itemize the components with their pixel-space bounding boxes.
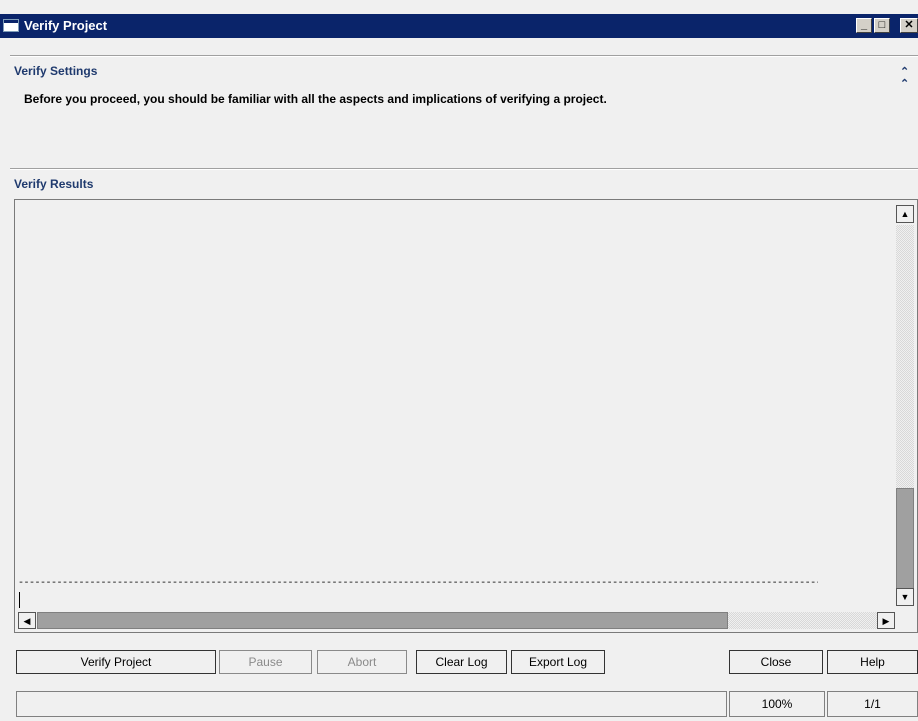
collapse-icon[interactable]: ⌃ ⌃ bbox=[900, 66, 909, 90]
vertical-scroll-track[interactable] bbox=[896, 225, 914, 488]
text-caret bbox=[19, 592, 20, 608]
horizontal-scroll-thumb[interactable] bbox=[37, 612, 728, 629]
export-log-button[interactable]: Export Log bbox=[511, 650, 605, 674]
status-message bbox=[16, 691, 727, 717]
horizontal-scroll-track[interactable] bbox=[728, 612, 878, 629]
divider bbox=[10, 56, 918, 57]
maximize-button[interactable]: □ bbox=[874, 18, 890, 33]
pause-button[interactable]: Pause bbox=[219, 650, 312, 674]
minimize-button[interactable]: _ bbox=[856, 18, 872, 33]
scroll-down-icon[interactable]: ▼ bbox=[896, 588, 914, 606]
scroll-right-icon[interactable]: ▶ bbox=[877, 612, 895, 629]
settings-description: Before you proceed, you should be famili… bbox=[24, 92, 607, 106]
vertical-scroll-thumb[interactable] bbox=[896, 488, 914, 590]
help-button[interactable]: Help bbox=[827, 650, 918, 674]
title-bar[interactable]: Verify Project _ □ ✕ bbox=[0, 14, 918, 38]
scroll-up-icon[interactable]: ▲ bbox=[896, 205, 914, 223]
log-separator: ----------------------------------------… bbox=[18, 578, 818, 589]
close-window-button[interactable]: ✕ bbox=[900, 18, 918, 33]
divider bbox=[10, 169, 918, 170]
abort-button[interactable]: Abort bbox=[317, 650, 407, 674]
zoom-level: 100% bbox=[729, 691, 825, 717]
settings-section-title: Verify Settings bbox=[14, 64, 98, 78]
window-title: Verify Project bbox=[24, 18, 108, 33]
close-button[interactable]: Close bbox=[729, 650, 823, 674]
results-section-title: Verify Results bbox=[14, 177, 94, 191]
clear-log-button[interactable]: Clear Log bbox=[416, 650, 507, 674]
window-icon bbox=[3, 19, 19, 32]
results-log-area[interactable] bbox=[14, 199, 918, 633]
scroll-left-icon[interactable]: ◀ bbox=[18, 612, 36, 629]
page-indicator: 1/1 bbox=[827, 691, 918, 717]
verify-project-button[interactable]: Verify Project bbox=[16, 650, 216, 674]
